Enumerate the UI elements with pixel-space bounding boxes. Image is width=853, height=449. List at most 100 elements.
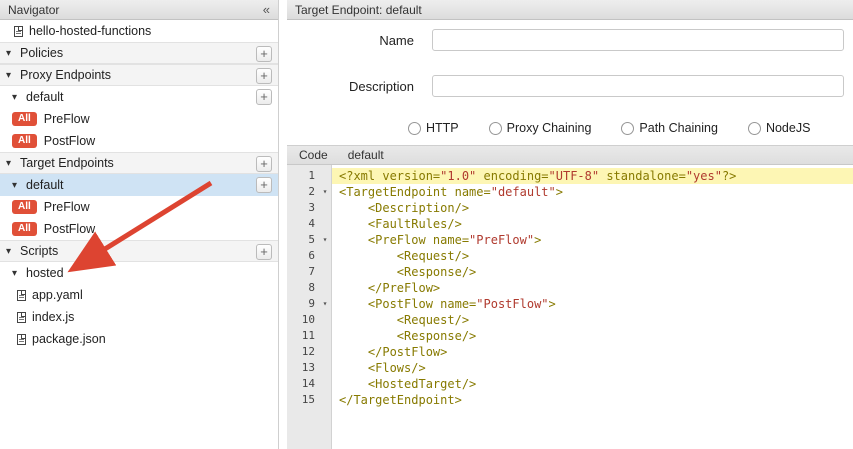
- fold-spacer: [318, 392, 332, 408]
- radio-nodejs[interactable]: NodeJS: [748, 121, 810, 135]
- sidebar-flow-preflow[interactable]: AllPreFlow: [0, 108, 278, 130]
- name-input[interactable]: [432, 29, 844, 51]
- collapse-sidebar-button[interactable]: «: [263, 2, 270, 17]
- sidebar-flow-postflow[interactable]: AllPostFlow: [0, 130, 278, 152]
- radio-circle-icon: [489, 122, 502, 135]
- sidebar-flow-preflow[interactable]: AllPreFlow: [0, 196, 278, 218]
- item-label: Policies: [20, 46, 63, 60]
- sidebar-section-proxy-endpoints[interactable]: ▾Proxy Endpoints+: [0, 64, 278, 86]
- code-line[interactable]: 1<?xml version="1.0" encoding="UTF-8" st…: [287, 168, 853, 184]
- add-button[interactable]: +: [256, 68, 272, 84]
- detail-title: Target Endpoint: default: [295, 3, 422, 17]
- sidebar-flow-postflow[interactable]: AllPostFlow: [0, 218, 278, 240]
- chevron-down-icon[interactable]: ▾: [6, 70, 20, 81]
- add-button[interactable]: +: [256, 156, 272, 172]
- line-number: 12: [287, 344, 318, 360]
- code-text[interactable]: <Flows/>: [332, 360, 853, 376]
- code-line[interactable]: 4 <FaultRules/>: [287, 216, 853, 232]
- code-tab[interactable]: Code: [299, 148, 328, 162]
- code-text[interactable]: <FaultRules/>: [332, 216, 853, 232]
- sidebar-node-default[interactable]: ▾default +: [0, 86, 278, 108]
- sidebar-node-default[interactable]: ▾default+: [0, 174, 278, 196]
- code-text[interactable]: </TargetEndpoint>: [332, 392, 853, 408]
- radio-proxy-chaining[interactable]: Proxy Chaining: [489, 121, 592, 135]
- fold-spacer: [318, 200, 332, 216]
- sidebar-section-target-endpoints[interactable]: ▾Target Endpoints+: [0, 152, 278, 174]
- fold-toggle-icon[interactable]: ▾: [318, 296, 332, 312]
- code-text[interactable]: <Response/>: [332, 328, 853, 344]
- sidebar-section-scripts[interactable]: ▾Scripts +: [0, 240, 278, 262]
- code-line[interactable]: 9▾ <PostFlow name="PostFlow">: [287, 296, 853, 312]
- code-text[interactable]: </PreFlow>: [332, 280, 853, 296]
- line-number: 9: [287, 296, 318, 312]
- code-text[interactable]: </PostFlow>: [332, 344, 853, 360]
- radio-path-chaining[interactable]: Path Chaining: [621, 121, 718, 135]
- item-label: app.yaml: [32, 288, 83, 302]
- description-input[interactable]: [432, 75, 844, 97]
- add-button[interactable]: +: [256, 46, 272, 62]
- sidebar-file-hello-hosted-functions[interactable]: hello-hosted-functions: [0, 20, 278, 42]
- sidebar-file-package-json[interactable]: package.json: [0, 328, 278, 350]
- code-editor[interactable]: 1<?xml version="1.0" encoding="UTF-8" st…: [287, 165, 853, 449]
- proxy-editor: Navigator « hello-hosted-functions▾Polic…: [0, 0, 853, 449]
- chevron-down-icon[interactable]: ▾: [6, 158, 20, 169]
- target-type-radios: HTTP Proxy Chaining Path Chaining NodeJS: [408, 121, 853, 135]
- code-file-name: default: [348, 148, 384, 162]
- code-line[interactable]: 11 <Response/>: [287, 328, 853, 344]
- radio-http[interactable]: HTTP: [408, 121, 459, 135]
- code-line[interactable]: 10 <Request/>: [287, 312, 853, 328]
- code-line[interactable]: 12 </PostFlow>: [287, 344, 853, 360]
- code-line[interactable]: 5▾ <PreFlow name="PreFlow">: [287, 232, 853, 248]
- code-text[interactable]: <Request/>: [332, 248, 853, 264]
- code-text[interactable]: <HostedTarget/>: [332, 376, 853, 392]
- radio-circle-icon: [748, 122, 761, 135]
- code-line[interactable]: 3 <Description/>: [287, 200, 853, 216]
- item-label: default: [26, 90, 64, 104]
- sidebar-file-index-js[interactable]: index.js: [0, 306, 278, 328]
- add-button[interactable]: +: [256, 244, 272, 260]
- line-number: 4: [287, 216, 318, 232]
- chevron-down-icon[interactable]: ▾: [12, 268, 26, 279]
- chevron-down-icon[interactable]: ▾: [6, 246, 20, 257]
- line-number: 3: [287, 200, 318, 216]
- sidebar-file-app-yaml[interactable]: app.yaml: [0, 284, 278, 306]
- fold-spacer: [318, 344, 332, 360]
- add-button[interactable]: +: [256, 89, 272, 105]
- code-text[interactable]: <TargetEndpoint name="default">: [332, 184, 853, 200]
- code-line[interactable]: 6 <Request/>: [287, 248, 853, 264]
- item-label: PreFlow: [44, 112, 90, 126]
- code-text[interactable]: <PostFlow name="PostFlow">: [332, 296, 853, 312]
- fold-spacer: [318, 168, 332, 184]
- code-text[interactable]: <Response/>: [332, 264, 853, 280]
- code-text[interactable]: <?xml version="1.0" encoding="UTF-8" sta…: [332, 168, 853, 184]
- code-header: Code default: [287, 145, 853, 165]
- code-line[interactable]: 14 <HostedTarget/>: [287, 376, 853, 392]
- code-line[interactable]: 2▾<TargetEndpoint name="default">: [287, 184, 853, 200]
- fold-spacer: [318, 264, 332, 280]
- detail-header: Target Endpoint: default: [287, 0, 853, 20]
- code-line[interactable]: 7 <Response/>: [287, 264, 853, 280]
- code-line[interactable]: 13 <Flows/>: [287, 360, 853, 376]
- fold-toggle-icon[interactable]: ▾: [318, 232, 332, 248]
- item-label: hello-hosted-functions: [29, 24, 151, 38]
- item-label: Scripts: [20, 244, 58, 258]
- chevron-down-icon[interactable]: ▾: [6, 48, 20, 59]
- sidebar-section-policies[interactable]: ▾Policies +: [0, 42, 278, 64]
- code-text[interactable]: <Description/>: [332, 200, 853, 216]
- code-text[interactable]: <Request/>: [332, 312, 853, 328]
- navigator-header: Navigator «: [0, 0, 278, 20]
- fold-toggle-icon[interactable]: ▾: [318, 184, 332, 200]
- radio-label: Proxy Chaining: [507, 121, 592, 135]
- code-line[interactable]: 8 </PreFlow>: [287, 280, 853, 296]
- line-number: 2: [287, 184, 318, 200]
- code-line[interactable]: 15</TargetEndpoint>: [287, 392, 853, 408]
- code-text[interactable]: <PreFlow name="PreFlow">: [332, 232, 853, 248]
- chevron-down-icon[interactable]: ▾: [12, 180, 26, 191]
- sidebar-folder-hosted[interactable]: ▾hosted: [0, 262, 278, 284]
- line-number: 6: [287, 248, 318, 264]
- item-label: package.json: [32, 332, 106, 346]
- name-label: Name: [287, 33, 432, 48]
- add-button[interactable]: +: [256, 177, 272, 193]
- chevron-down-icon[interactable]: ▾: [12, 92, 26, 103]
- file-icon: [17, 312, 26, 323]
